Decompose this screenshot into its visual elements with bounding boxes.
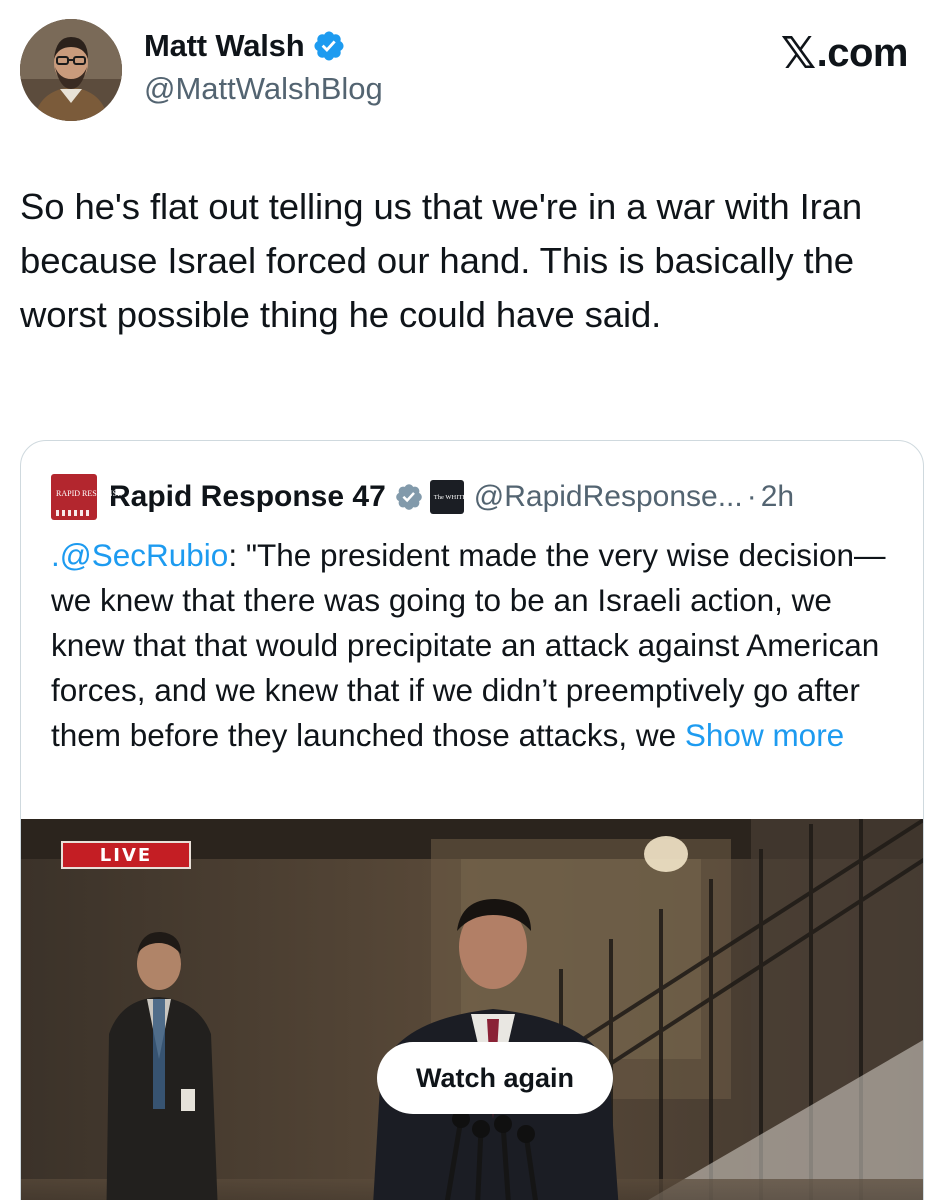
author-name[interactable]: Matt Walsh xyxy=(144,28,305,64)
tweet-text: So he's flat out telling us that we're i… xyxy=(20,186,863,335)
quoted-author-name[interactable]: Rapid Response 47 xyxy=(109,480,386,514)
white-house-affiliation-badge[interactable]: The WHITE HOUSE xyxy=(429,480,490,514)
video-player[interactable]: LIVE Watch again xyxy=(21,819,923,1200)
verified-badge-icon[interactable] xyxy=(312,29,346,63)
video-frame-image xyxy=(21,819,923,1200)
header-separator: · xyxy=(746,480,757,513)
author-avatar-image xyxy=(20,19,122,121)
x-com-brand: 𝕏 .com xyxy=(780,28,909,79)
quoted-tweet-time[interactable]: 2h xyxy=(761,480,794,514)
x-logo-icon: 𝕏 xyxy=(780,29,816,78)
site-brand-text: .com xyxy=(816,31,909,75)
quoted-tweet-text: .@SecRubio: "The president made the very… xyxy=(51,533,911,758)
quoted-author-handle[interactable]: @RapidResponse... xyxy=(474,480,743,514)
watch-again-button[interactable]: Watch again xyxy=(377,1042,613,1114)
author-handle[interactable]: @MattWalshBlog xyxy=(144,71,383,107)
author-name-row: Matt Walsh xyxy=(144,26,346,66)
live-badge: LIVE xyxy=(61,841,191,869)
rapid-response-logo[interactable]: RAPID RESPONSE xyxy=(51,474,123,520)
author-avatar[interactable] xyxy=(20,19,122,121)
logo-columns-decoration xyxy=(56,510,92,516)
government-verified-badge-icon[interactable] xyxy=(394,482,424,512)
quoted-tweet-card[interactable]: RAPID RESPONSE Rapid Response 47 The WHI… xyxy=(20,440,924,1200)
rapid-response-logo-text: RAPID RESPONSE xyxy=(56,489,123,498)
affiliation-badge-text: The WHITE HOUSE xyxy=(433,493,490,501)
show-more-link[interactable]: Show more xyxy=(685,717,844,753)
quoted-tweet-header: RAPID RESPONSE Rapid Response 47 The WHI… xyxy=(51,474,794,520)
mention-link[interactable]: .@SecRubio xyxy=(51,537,228,573)
